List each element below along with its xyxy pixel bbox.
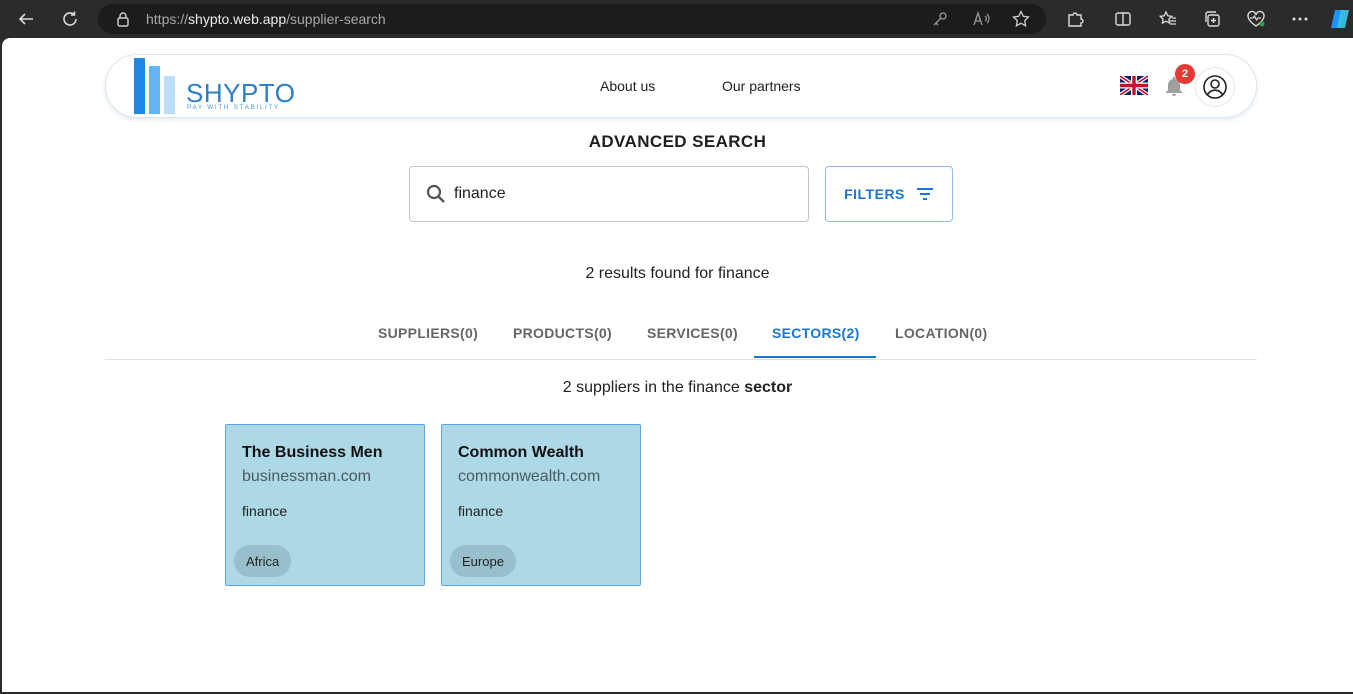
tab-suppliers[interactable]: SUPPLIERS(0) bbox=[378, 308, 478, 358]
supplier-sector: finance bbox=[458, 503, 504, 519]
supplier-card[interactable]: Common Wealth commonwealth.com finance E… bbox=[441, 424, 641, 586]
heart-pulse-icon bbox=[1247, 10, 1265, 27]
nav-our-partners[interactable]: Our partners bbox=[722, 78, 801, 94]
supplier-sector: finance bbox=[242, 503, 288, 519]
page-title: ADVANCED SEARCH bbox=[588, 132, 767, 151]
page-content: SHYPTO PAY WITH STABILITY About us Our p… bbox=[2, 38, 1353, 692]
tab-services[interactable]: SERVICES(0) bbox=[647, 308, 738, 358]
filters-button[interactable]: FILTERS bbox=[825, 166, 953, 222]
key-icon[interactable] bbox=[932, 11, 948, 27]
supplier-name: The Business Men bbox=[242, 444, 383, 461]
read-aloud-icon[interactable] bbox=[973, 11, 991, 27]
supplier-name: Common Wealth bbox=[458, 444, 584, 461]
supplier-card[interactable]: The Business Men businessman.com finance… bbox=[225, 424, 425, 586]
logo-tagline: PAY WITH STABILITY bbox=[187, 104, 280, 111]
refresh-button[interactable] bbox=[52, 0, 88, 38]
address-bar[interactable]: https://shypto.web.app/supplier-search bbox=[98, 4, 1046, 34]
url-text: https://shypto.web.app/supplier-search bbox=[146, 11, 386, 27]
favorites-list-icon bbox=[1159, 10, 1176, 25]
results-summary: 2 results found for finance bbox=[585, 265, 770, 282]
account-button[interactable] bbox=[1195, 67, 1235, 107]
split-screen-button[interactable] bbox=[1105, 0, 1141, 38]
arrow-left-icon bbox=[18, 13, 33, 25]
logo-bars-icon bbox=[134, 58, 175, 114]
site-header: SHYPTO PAY WITH STABILITY About us Our p… bbox=[105, 54, 1257, 118]
browser-essentials-button[interactable] bbox=[1238, 0, 1274, 38]
favorites-button[interactable] bbox=[1150, 0, 1186, 38]
nav-about-us[interactable]: About us bbox=[600, 78, 655, 94]
back-button[interactable] bbox=[8, 0, 44, 38]
region-chip: Europe bbox=[450, 545, 516, 577]
browser-toolbar: https://shypto.web.app/supplier-search bbox=[0, 0, 1353, 38]
tab-location[interactable]: LOCATION(0) bbox=[895, 308, 987, 358]
tab-products[interactable]: PRODUCTS(0) bbox=[513, 308, 612, 358]
filter-lines-icon bbox=[916, 188, 933, 200]
tab-sectors[interactable]: SECTORS(2) bbox=[772, 308, 860, 358]
site-logo[interactable]: SHYPTO PAY WITH STABILITY bbox=[130, 57, 300, 115]
supplier-domain: commonwealth.com bbox=[458, 468, 601, 485]
supplier-domain: businessman.com bbox=[242, 468, 371, 485]
sector-summary: 2 suppliers in the finance sector bbox=[562, 379, 793, 396]
search-icon bbox=[426, 184, 445, 203]
more-menu-button[interactable] bbox=[1282, 0, 1318, 38]
extensions-button[interactable] bbox=[1057, 0, 1093, 38]
collections-button[interactable] bbox=[1194, 0, 1230, 38]
user-account-icon bbox=[1203, 75, 1227, 99]
refresh-icon bbox=[63, 11, 77, 26]
lock-icon bbox=[117, 12, 129, 27]
more-dots-icon bbox=[1292, 17, 1308, 21]
split-screen-icon bbox=[1115, 12, 1131, 26]
copilot-button[interactable] bbox=[1322, 0, 1353, 38]
result-tabs: SUPPLIERS(0) PRODUCTS(0) SERVICES(0) SEC… bbox=[105, 308, 1257, 360]
notification-badge: 2 bbox=[1175, 64, 1195, 84]
copilot-icon bbox=[1331, 10, 1349, 28]
region-chip: Africa bbox=[234, 545, 292, 577]
uk-flag-icon[interactable] bbox=[1120, 76, 1148, 95]
active-tab-indicator bbox=[754, 356, 876, 358]
puzzle-icon bbox=[1068, 12, 1084, 27]
search-input[interactable] bbox=[454, 181, 784, 207]
filters-label: FILTERS bbox=[844, 186, 905, 202]
search-box[interactable] bbox=[409, 166, 809, 222]
collections-icon bbox=[1205, 11, 1220, 27]
favorite-star-icon[interactable] bbox=[1012, 10, 1030, 28]
